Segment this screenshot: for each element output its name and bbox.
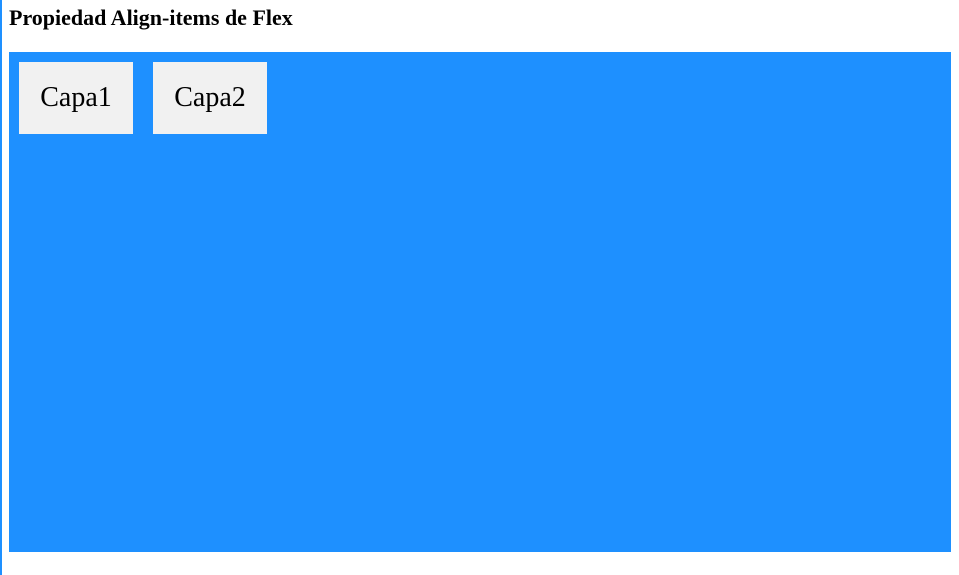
page-left-border	[0, 0, 2, 575]
flex-container: Capa1 Capa2	[9, 52, 951, 552]
flex-item-capa2: Capa2	[153, 62, 267, 134]
flex-item-capa1: Capa1	[19, 62, 133, 134]
page-title: Propiedad Align-items de Flex	[9, 5, 293, 30]
